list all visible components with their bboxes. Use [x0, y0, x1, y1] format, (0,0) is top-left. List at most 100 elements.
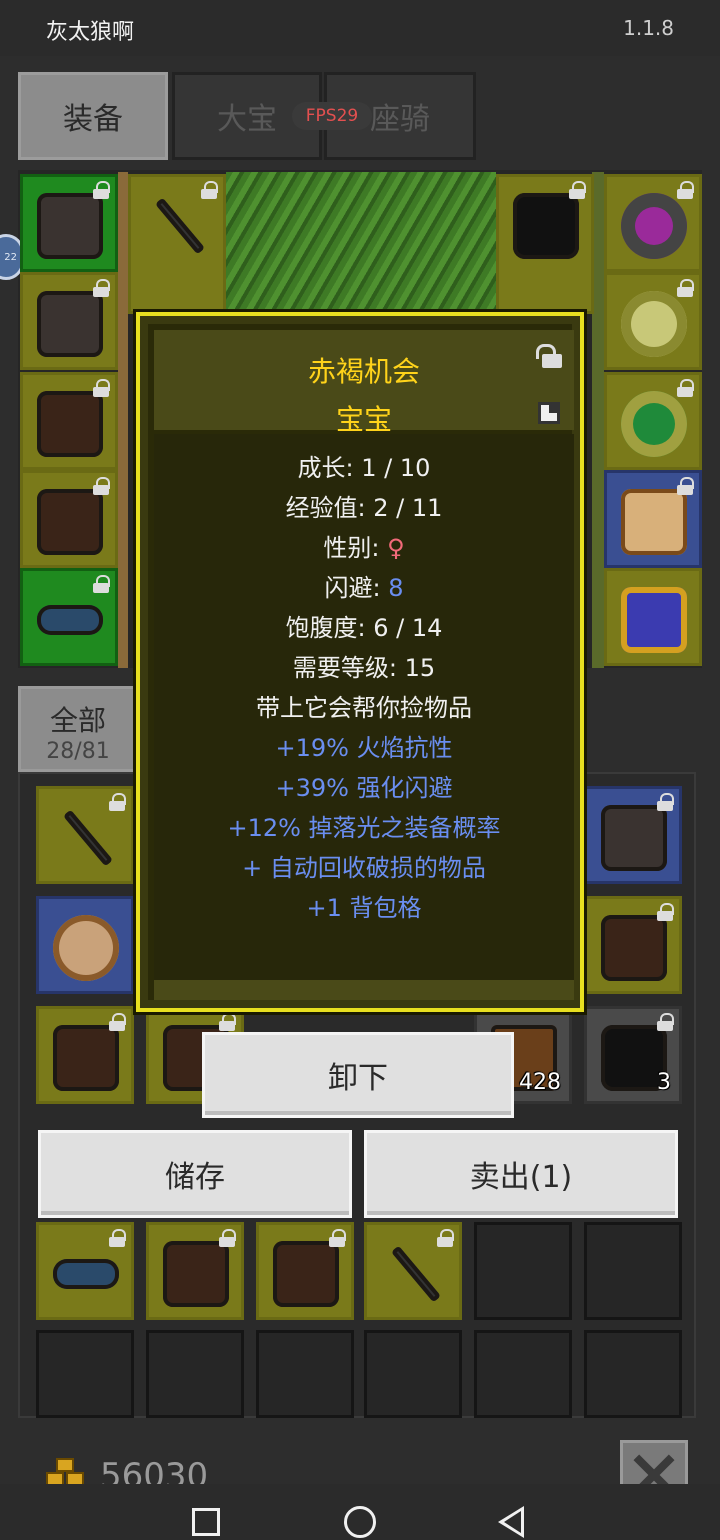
inventory-slot-empty[interactable]: [36, 1330, 134, 1418]
item-tooltip: 赤褐机会 宝宝 成长: 1 / 10 经验值: 2 / 11 性别: ♀ 闪避:…: [136, 312, 584, 1012]
inventory-slot-empty[interactable]: [256, 1330, 354, 1418]
slot-ring-2[interactable]: [604, 372, 702, 470]
inventory-slot-empty[interactable]: [584, 1222, 682, 1320]
chest-icon: [621, 587, 687, 653]
tooltip-body: 成长: 1 / 10 经验值: 2 / 11 性别: ♀ 闪避: 8 饱腹度: …: [154, 434, 574, 980]
inventory-slot[interactable]: [36, 786, 134, 884]
boots-icon: [163, 1241, 229, 1307]
store-button[interactable]: 储存: [38, 1130, 352, 1218]
lock-icon: [677, 181, 694, 199]
slot-belt[interactable]: [20, 568, 118, 666]
lock-icon: [657, 903, 674, 921]
back-icon[interactable]: [498, 1506, 524, 1538]
home-icon[interactable]: [344, 1506, 376, 1538]
stat-exp: 经验值: 2 / 11: [285, 494, 443, 522]
belt-icon: [53, 1259, 119, 1289]
wand-icon: [62, 809, 114, 867]
lock-icon: [93, 279, 110, 297]
stone-icon: [53, 915, 119, 981]
ring-icon: [621, 291, 687, 357]
lock-icon: [569, 181, 586, 199]
tooltip-item-type: 宝宝: [335, 403, 392, 436]
unlock-icon[interactable]: [534, 344, 562, 370]
lock-icon: [93, 181, 110, 199]
slot-scroll[interactable]: [604, 470, 702, 568]
stat-growth: 成长: 1 / 10: [297, 454, 431, 482]
inventory-slot[interactable]: [36, 1006, 134, 1104]
external-link-icon[interactable]: [538, 402, 560, 424]
mace-icon: [513, 193, 579, 259]
item-count: 428: [519, 1070, 561, 1095]
inventory-slot-empty[interactable]: [146, 1330, 244, 1418]
slot-weapon[interactable]: [128, 174, 226, 314]
tooltip-footer: [154, 980, 574, 1000]
wand-icon: [154, 197, 206, 255]
inventory-slot[interactable]: [146, 1222, 244, 1320]
inventory-slot-empty[interactable]: [474, 1222, 572, 1320]
unequip-button[interactable]: 卸下: [202, 1032, 514, 1118]
helmet-icon: [37, 193, 103, 259]
lock-icon: [109, 1013, 126, 1031]
ring-icon: [621, 391, 687, 457]
filter-count: 28/81: [46, 739, 110, 764]
tooltip-header: 赤褐机会 宝宝: [154, 330, 574, 436]
slot-necklace[interactable]: [604, 174, 702, 272]
stat-gender: 性别: ♀: [154, 528, 574, 563]
slot-helmet[interactable]: [20, 174, 118, 272]
inventory-slot[interactable]: 3: [584, 1006, 682, 1104]
bonus-line: +19% 火焰抗性: [275, 734, 453, 762]
inventory-slot[interactable]: [584, 786, 682, 884]
version-label: 1.1.8: [623, 16, 674, 40]
lock-icon: [677, 477, 694, 495]
boots-icon: [53, 1025, 119, 1091]
inventory-slot-empty[interactable]: [474, 1330, 572, 1418]
lock-icon: [93, 575, 110, 593]
preview-border-left: [118, 172, 128, 668]
slot-chest[interactable]: [604, 568, 702, 666]
lock-icon: [437, 1229, 454, 1247]
lock-icon: [657, 793, 674, 811]
belt-icon: [37, 605, 103, 635]
armor-icon: [601, 805, 667, 871]
tab-equip[interactable]: 装备: [18, 72, 168, 160]
slot-gloves[interactable]: [20, 372, 118, 470]
inventory-slot[interactable]: [36, 896, 134, 994]
slot-boots[interactable]: [20, 470, 118, 568]
stat-satiety: 饱腹度: 6 / 14: [285, 614, 443, 642]
armor-icon: [37, 291, 103, 357]
necklace-icon: [621, 193, 687, 259]
inventory-slot[interactable]: [256, 1222, 354, 1320]
status-bar: 灰太狼啊 1.1.8: [0, 0, 720, 56]
bonus-line: +39% 强化闪避: [275, 774, 453, 802]
gloves-icon: [37, 391, 103, 457]
boots-icon: [37, 489, 103, 555]
slot-offhand[interactable]: [496, 174, 594, 314]
stat-dodge-value: 8: [388, 574, 404, 602]
inventory-slot[interactable]: [364, 1222, 462, 1320]
slot-ring-1[interactable]: [604, 272, 702, 370]
lock-icon: [329, 1229, 346, 1247]
inventory-slot-empty[interactable]: [364, 1330, 462, 1418]
slot-armor[interactable]: [20, 272, 118, 370]
gloves-icon: [273, 1241, 339, 1307]
tooltip-description: 带上它会帮你捡物品: [256, 694, 472, 722]
fps-counter: FPS29: [292, 102, 372, 130]
lock-icon: [109, 1229, 126, 1247]
bonus-line: +12% 掉落光之装备概率: [227, 814, 501, 842]
inventory-slot[interactable]: [36, 1222, 134, 1320]
lock-icon: [201, 181, 218, 199]
filter-all-button[interactable]: 全部 28/81: [18, 686, 138, 772]
item-count: 3: [657, 1070, 671, 1095]
sell-button[interactable]: 卖出(1): [364, 1130, 678, 1218]
stat-level-req: 需要等级: 15: [292, 654, 436, 682]
lock-icon: [93, 477, 110, 495]
lock-icon: [219, 1013, 236, 1031]
inventory-slot-empty[interactable]: [584, 1330, 682, 1418]
recents-icon[interactable]: [192, 1508, 220, 1536]
gloves-icon: [601, 915, 667, 981]
app-title: 灰太狼啊: [46, 20, 135, 45]
lock-icon: [93, 379, 110, 397]
stat-dodge-label: 闪避:: [324, 574, 389, 602]
inventory-slot[interactable]: [584, 896, 682, 994]
lock-icon: [219, 1229, 236, 1247]
